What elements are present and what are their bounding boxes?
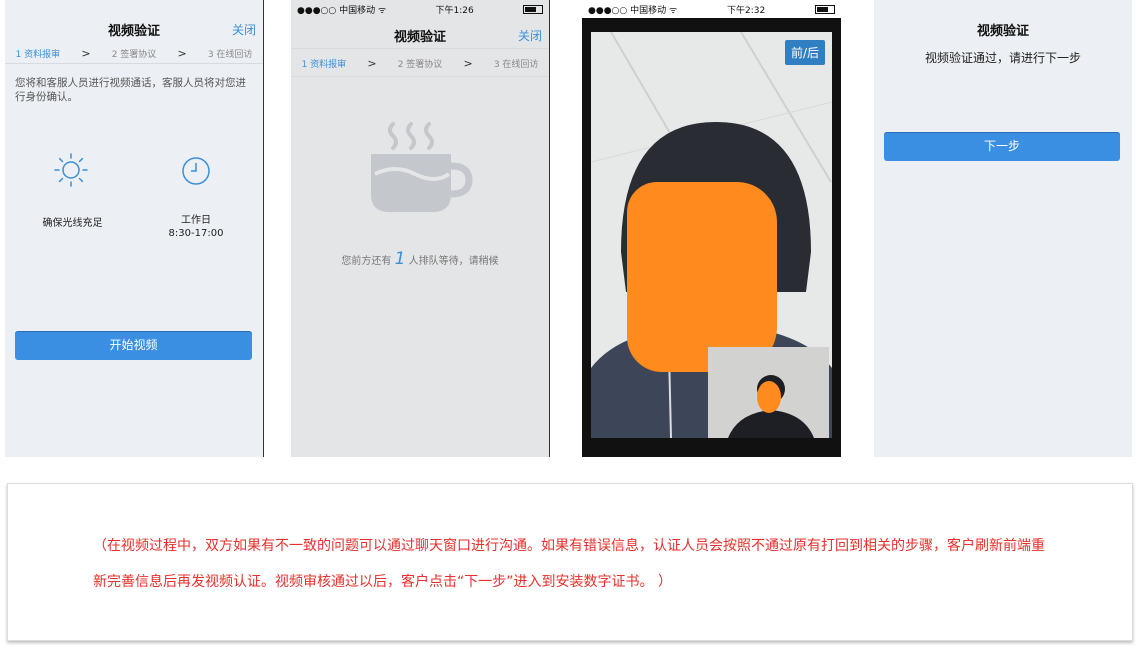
nav-bar: 视频验证 关闭 <box>5 20 263 39</box>
switch-camera-button[interactable]: 前/后 <box>784 40 825 65</box>
close-button[interactable]: 关闭 <box>518 27 542 44</box>
caption-text: （在视频过程中，双方如果有不一致的问题可以通过聊天窗口进行沟通。如果有错误信息，… <box>93 538 1045 590</box>
intro-text: 您将和客服人员进行视频通话，客服人员将对您进行身份确认。 <box>15 77 246 103</box>
step-1: 1 资料报审 <box>301 60 347 70</box>
page-title: 视频验证 <box>107 24 160 39</box>
remote-video-feed: 前/后 <box>591 32 832 438</box>
close-button[interactable]: 关闭 <box>232 21 256 38</box>
self-view-image <box>708 347 829 438</box>
nav-bar: 视频验证 关闭 <box>291 26 549 45</box>
step-indicator: 1 资料报审 > 2 签署协议 > 3 在线回访 <box>291 57 549 70</box>
battery-icon <box>523 4 543 14</box>
queue-prefix: 您前方还有 <box>341 256 392 267</box>
self-view-video <box>708 347 829 438</box>
screen-video-verify-passed: 视频验证 视频验证通过，请进行下一步 下一步 <box>874 0 1132 457</box>
battery-icon <box>815 4 835 14</box>
divider <box>291 76 549 77</box>
coffee-cup-icon <box>365 118 475 222</box>
queue-status: 您前方还有 1 人排队等待，请稍候 <box>291 249 549 269</box>
carrier-text: ●●●○○ 中国移动 ᯤ <box>588 5 678 16</box>
next-step-button[interactable]: 下一步 <box>884 132 1120 161</box>
step-2: 2 签署协议 <box>111 50 157 60</box>
sun-icon <box>53 152 89 192</box>
carrier-text: ●●●○○ 中国移动 ᯤ <box>297 5 387 16</box>
caption-box: （在视频过程中，双方如果有不一致的问题可以通过聊天窗口进行沟通。如果有错误信息，… <box>7 483 1133 641</box>
chevron-right-icon: > <box>463 57 473 70</box>
step-indicator: 1 资料报审 > 2 签署协议 > 3 在线回访 <box>5 47 263 60</box>
page-title: 视频验证 <box>976 24 1029 39</box>
chevron-right-icon: > <box>81 47 91 60</box>
screen-video-call: ●●●○○ 中国移动 ᯤ 下午2:32 前/后 <box>582 0 841 457</box>
status-time: 下午1:26 <box>435 5 474 16</box>
tip-hours: 工作日 8:30-17:00 <box>155 214 237 240</box>
status-time: 下午2:32 <box>727 5 766 16</box>
step-2: 2 签署协议 <box>397 60 443 70</box>
face-mask-orange <box>627 182 777 372</box>
step-3: 3 在线回访 <box>493 60 539 70</box>
screen-video-verify-start: 视频验证 关闭 1 资料报审 > 2 签署协议 > 3 在线回访 您将和客服人员… <box>5 0 264 457</box>
tip-hours-label: 工作日 <box>181 215 211 226</box>
tip-hours-time: 8:30-17:00 <box>168 228 224 239</box>
clock-icon <box>181 156 211 190</box>
chevron-right-icon: > <box>367 57 377 70</box>
step-3: 3 在线回访 <box>207 50 253 60</box>
divider <box>291 48 549 49</box>
step-1: 1 资料报审 <box>15 50 61 60</box>
status-bar: ●●●○○ 中国移动 ᯤ 下午2:32 <box>582 0 841 18</box>
divider <box>5 63 263 64</box>
success-message: 视频验证通过，请进行下一步 <box>924 51 1081 65</box>
queue-count: 1 <box>394 249 406 269</box>
page-title: 视频验证 <box>393 30 446 45</box>
screen-video-queue: ●●●○○ 中国移动 ᯤ 下午1:26 视频验证 关闭 1 资料报审 > 2 签… <box>291 0 550 457</box>
status-bar: ●●●○○ 中国移动 ᯤ 下午1:26 <box>291 0 549 18</box>
tip-light: 确保光线充足 <box>42 218 103 229</box>
queue-suffix: 人排队等待，请稍候 <box>408 256 499 267</box>
start-video-button[interactable]: 开始视频 <box>15 331 252 360</box>
chevron-right-icon: > <box>177 47 187 60</box>
